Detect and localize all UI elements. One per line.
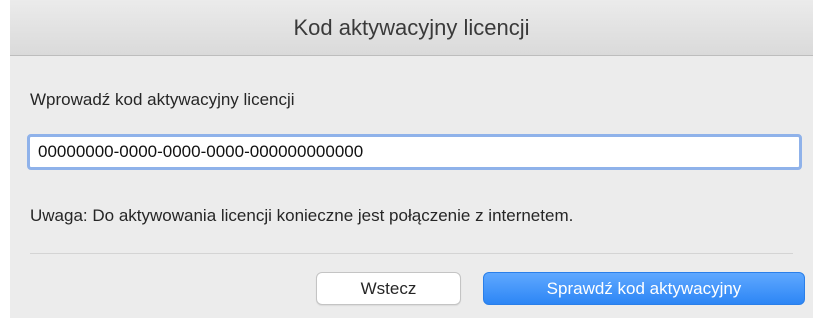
activation-code-label: Wprowadź kod aktywacyjny licencji [30, 90, 295, 109]
internet-required-note: Uwaga: Do aktywowania licencji konieczne… [30, 206, 574, 225]
divider [30, 253, 793, 254]
dialog-body: Wprowadź kod aktywacyjny licencji Uwaga:… [10, 56, 813, 318]
license-activation-dialog: Kod aktywacyjny licencji Wprowadź kod ak… [0, 0, 813, 318]
check-activation-code-button[interactable]: Sprawdź kod aktywacyjny [483, 272, 805, 305]
window-title: Kod aktywacyjny licencji [293, 15, 530, 40]
window-left-edge [0, 0, 10, 318]
title-bar: Kod aktywacyjny licencji [10, 0, 813, 56]
back-button[interactable]: Wstecz [316, 272, 461, 305]
activation-code-input[interactable] [27, 134, 802, 170]
